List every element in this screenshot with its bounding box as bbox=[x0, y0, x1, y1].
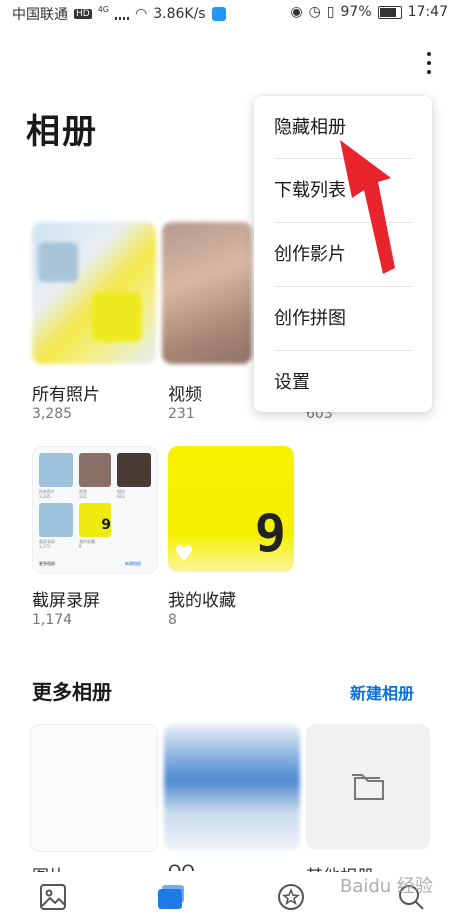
carrier-label: 中国联通 bbox=[12, 7, 68, 23]
signal-icon bbox=[115, 8, 129, 20]
more-options-button[interactable] bbox=[418, 46, 440, 80]
collage-label: 新建相册 bbox=[125, 561, 141, 566]
collage-count: 231 bbox=[79, 494, 87, 499]
album-count: 8 bbox=[168, 612, 177, 628]
album-name: 视频 bbox=[168, 385, 202, 405]
menu-item-create-movie[interactable]: 创作影片 bbox=[274, 223, 412, 287]
menu-item-hidden-albums[interactable]: 隐藏相册 bbox=[274, 96, 412, 160]
collage-tile bbox=[117, 453, 151, 487]
collage-tile bbox=[39, 503, 73, 537]
wifi-icon: ◠ bbox=[135, 6, 148, 22]
collage-label: 更多相册 bbox=[39, 561, 55, 566]
battery-icon bbox=[377, 5, 402, 19]
page-title: 相册 bbox=[26, 112, 98, 152]
discover-icon[interactable] bbox=[276, 882, 306, 912]
more-dot bbox=[427, 61, 431, 65]
photos-icon[interactable] bbox=[38, 882, 68, 912]
thumb-block bbox=[38, 242, 78, 282]
network-speed: 3.86K/s bbox=[153, 6, 206, 22]
overflow-menu: 隐藏相册 下载列表 创作影片 创作拼图 设置 bbox=[254, 96, 432, 412]
album-count: 3,285 bbox=[32, 406, 73, 422]
album-thumb-all-photos[interactable] bbox=[32, 222, 156, 364]
status-bar: 中国联通 HD 4G ◠ 3.86K/s ◉ ◷ ▯ 97% 17:47 bbox=[0, 0, 460, 26]
folder-icon bbox=[352, 774, 384, 800]
album-thumb-screenshots[interactable]: 所有照片 视频 相机 3,285 231 603 9 截屏录屏 我的收藏 1,1… bbox=[32, 446, 158, 574]
thumb-block bbox=[92, 292, 142, 342]
collage-tile: 9 bbox=[79, 503, 111, 537]
album-card-other[interactable] bbox=[306, 724, 430, 850]
collage-count: 603 bbox=[117, 494, 125, 499]
collage-tile bbox=[39, 453, 73, 487]
clock: 17:47 bbox=[407, 4, 448, 20]
collage-count: 8 bbox=[79, 544, 82, 549]
hd-badge: HD bbox=[74, 9, 92, 19]
favorite-image-digit: 9 bbox=[254, 504, 286, 564]
collage-count: 3,285 bbox=[39, 494, 51, 499]
album-name: 所有照片 bbox=[32, 385, 100, 405]
album-thumb-favorites[interactable]: 9 ♥ bbox=[168, 446, 294, 572]
album-thumb-videos[interactable] bbox=[162, 222, 252, 364]
section-title-more-albums: 更多相册 bbox=[32, 680, 112, 704]
alarm-icon: ◷ bbox=[308, 4, 321, 20]
menu-item-create-collage[interactable]: 创作拼图 bbox=[274, 287, 412, 351]
network-type: 4G bbox=[97, 4, 109, 14]
album-count: 1,174 bbox=[32, 612, 73, 628]
album-name: 我的收藏 bbox=[168, 591, 236, 611]
more-dot bbox=[427, 70, 431, 74]
more-dots-icon bbox=[427, 52, 431, 56]
album-card-qq[interactable] bbox=[164, 724, 300, 850]
battery-percent: 97% bbox=[340, 4, 372, 20]
album-name: 截屏录屏 bbox=[32, 591, 100, 611]
heart-icon: ♥ bbox=[174, 542, 194, 567]
menu-item-download-list[interactable]: 下载列表 bbox=[274, 159, 412, 223]
eye-icon: ◉ bbox=[290, 4, 303, 20]
app-notification-icon bbox=[211, 7, 226, 21]
album-count: 231 bbox=[168, 406, 195, 422]
menu-item-settings[interactable]: 设置 bbox=[274, 351, 412, 415]
collage-count: 1,171 bbox=[39, 544, 51, 549]
collage-tile bbox=[79, 453, 111, 487]
watermark-text: Baidu 经验 bbox=[340, 876, 433, 897]
new-album-button[interactable]: 新建相册 bbox=[350, 680, 414, 704]
album-card-pictures[interactable] bbox=[30, 724, 158, 852]
albums-icon[interactable] bbox=[156, 882, 186, 912]
vibrate-icon: ▯ bbox=[326, 4, 335, 20]
